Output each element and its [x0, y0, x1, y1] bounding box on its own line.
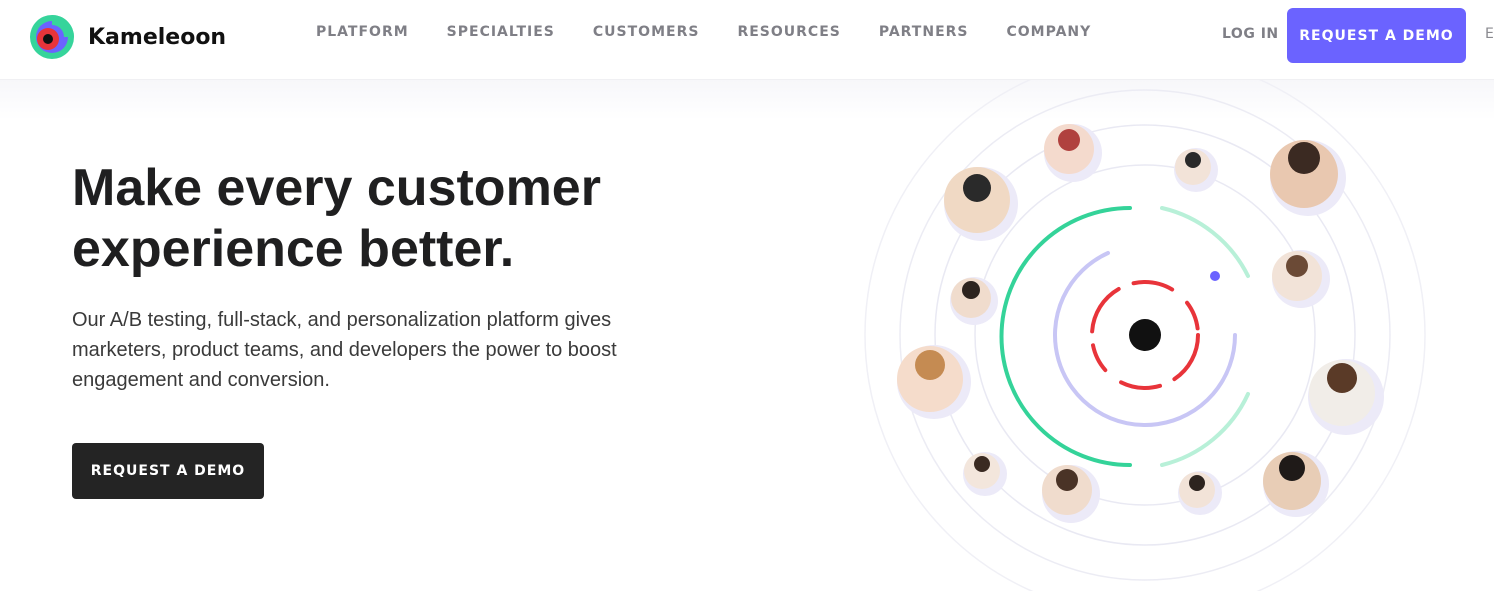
nav-specialties[interactable]: SPECIALTIES — [447, 24, 555, 40]
nav-resources[interactable]: RESOURCES — [737, 24, 840, 40]
avatar-icon — [1044, 124, 1102, 182]
avatar-orbit-illustration — [864, 80, 1426, 591]
hero-title-line: Make every customer — [72, 159, 601, 217]
avatar-icon — [1174, 148, 1218, 192]
hero-title: Make every customer experience better. — [72, 158, 772, 280]
language-selector[interactable]: E — [1485, 26, 1494, 42]
hero-subtitle-line: marketers, product teams, and developers… — [72, 339, 617, 361]
kameleoon-logo-icon — [30, 15, 74, 59]
avatar-icon — [1263, 451, 1329, 517]
nav-partners[interactable]: PARTNERS — [879, 24, 969, 40]
hero-subtitle-line: engagement and conversion. — [72, 369, 330, 391]
avatar-icon — [963, 452, 1007, 496]
avatar-icon — [1308, 359, 1384, 435]
avatar-icon — [1270, 140, 1346, 216]
nav-platform[interactable]: PLATFORM — [316, 24, 409, 40]
avatar-icon — [1272, 250, 1330, 308]
nav-customers[interactable]: CUSTOMERS — [593, 24, 700, 40]
brand-name: Kameleoon — [88, 24, 227, 50]
hero-subtitle: Our A/B testing, full-stack, and persona… — [72, 305, 712, 395]
login-link[interactable]: LOG IN — [1222, 26, 1279, 42]
main-nav: PLATFORM SPECIALTIES CUSTOMERS RESOURCES… — [316, 24, 1091, 40]
hero-subtitle-line: Our A/B testing, full-stack, and persona… — [72, 309, 612, 331]
avatar-icon — [944, 167, 1018, 241]
avatar-icon — [1042, 465, 1100, 523]
nav-company[interactable]: COMPANY — [1007, 24, 1092, 40]
brand-logo[interactable]: Kameleoon — [28, 13, 226, 61]
request-demo-button[interactable]: REQUEST A DEMO — [1287, 8, 1466, 63]
avatar-icon — [1178, 471, 1222, 515]
hero-title-line: experience better. — [72, 220, 515, 278]
avatar-icon — [897, 345, 971, 419]
avatar-icon — [950, 277, 998, 325]
hero-request-demo-button[interactable]: REQUEST A DEMO — [72, 443, 264, 499]
site-header: Kameleoon PLATFORM SPECIALTIES CUSTOMERS… — [0, 0, 1494, 80]
